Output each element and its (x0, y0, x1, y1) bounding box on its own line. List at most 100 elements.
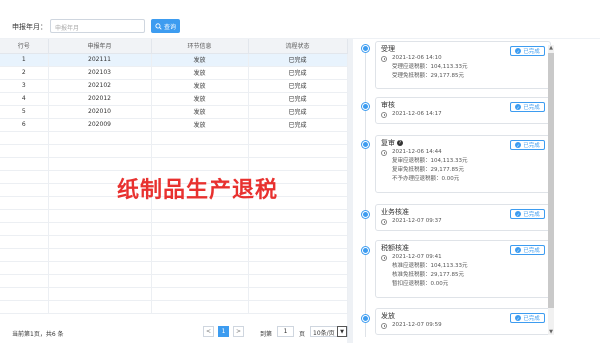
timeline-detail: 暂扣应退税额：0.00元 (392, 281, 449, 287)
column-header-stage-info[interactable]: 环节信息 (151, 39, 249, 54)
timeline-time-text: 2021-12-07 09:37 (392, 218, 442, 224)
declare-month-input[interactable]: 申报年月 (50, 19, 145, 33)
query-button[interactable]: 查询 (151, 19, 180, 33)
pagination-info: 当前第1页，共6 条 (12, 331, 64, 338)
timeline-card-review: 审核 2021-12-06 14:17 ✓ 已完成 (375, 97, 551, 124)
clock-icon (381, 149, 387, 156)
table-row[interactable]: 5 202010 发放 已完成 (0, 105, 348, 119)
timeline-detail: 核准免抵税额：29,177.85元 (392, 272, 464, 278)
timeline-dot (362, 211, 369, 218)
status-badge-label: 已完成 (523, 248, 540, 254)
timeline-card-title: 复审 (381, 139, 395, 147)
table-row[interactable]: 1 202111 发放 已完成 (0, 53, 348, 67)
clock-icon (381, 55, 387, 62)
table-cell: 6 (0, 118, 49, 132)
timeline-detail: 复审应退税额：104,113.33元 (392, 158, 468, 164)
query-button-label: 查询 (163, 23, 176, 31)
check-circle-icon: ✓ (515, 315, 522, 321)
table-cell: 发放 (151, 118, 249, 132)
check-circle-icon: ✓ (515, 48, 522, 54)
scroll-down-icon[interactable]: ▼ (548, 329, 554, 335)
table-cell: 发放 (151, 79, 249, 93)
clock-icon (381, 322, 387, 329)
table-cell: 3 (0, 79, 49, 93)
timeline-dot (362, 141, 369, 148)
filter-label: 申报年月： (12, 23, 47, 31)
timeline-dot (362, 247, 369, 254)
check-circle-icon: ✓ (515, 211, 522, 217)
pagination: 当前第1页，共6 条 < 1 > 到第 1 页 10条/页 ▼ (0, 323, 348, 343)
table-cell: 1 (0, 53, 49, 67)
empty-row (0, 300, 348, 314)
timeline-detail: 复审免抵税额：29,177.85元 (392, 167, 464, 173)
check-circle-icon: ✓ (515, 247, 522, 253)
status-badge: ✓ 已完成 (510, 245, 545, 255)
page-size-select[interactable]: 10条/页 ▼ (310, 326, 348, 337)
table-row[interactable]: 6 202009 发放 已完成 (0, 118, 348, 132)
column-header-declare-month[interactable]: 申报年月 (48, 39, 152, 54)
status-badge-label: 已完成 (523, 105, 540, 111)
timeline-card-accept: 受理 2021-12-06 14:10 受理应退税额：104,113.33元 受… (375, 41, 551, 89)
goto-page-input[interactable]: 1 (277, 326, 294, 337)
status-badge: ✓ 已完成 (510, 209, 545, 219)
empty-row (0, 248, 348, 262)
timeline-time-text: 2021-12-06 14:10 (392, 55, 442, 61)
timeline-detail: 不予办理应退税额：0.00元 (392, 176, 460, 182)
status-badge: ✓ 已完成 (510, 313, 545, 323)
timeline-detail: 受理应退税额：104,113.33元 (392, 64, 468, 70)
help-icon[interactable]: ? (397, 140, 403, 146)
table-cell: 202102 (48, 79, 152, 93)
empty-row (0, 261, 348, 275)
timeline-scrollbar[interactable]: ▲ ▼ (548, 45, 554, 335)
table-cell: 已完成 (248, 105, 348, 119)
status-badge: ✓ 已完成 (510, 46, 545, 56)
status-badge: ✓ 已完成 (510, 102, 545, 112)
timeline-detail: 核准应退税额：104,113.33元 (392, 263, 468, 269)
goto-label: 到第 (260, 331, 273, 338)
table-cell: 已完成 (248, 66, 348, 80)
timeline-card-recheck: 复审? 2021-12-06 14:44 复审应退税额：104,113.33元 … (375, 135, 551, 193)
timeline-card-business-approve: 业务核准 2021-12-07 09:37 ✓ 已完成 (375, 204, 551, 231)
timeline-time-text: 2021-12-07 09:41 (392, 254, 442, 260)
watermark-text: 纸制品生产退税 (117, 178, 279, 203)
table-cell: 已完成 (248, 79, 348, 93)
empty-row (0, 235, 348, 249)
prev-page-button[interactable]: < (203, 326, 214, 337)
column-header-row-number[interactable]: 行号 (0, 39, 49, 54)
table-row[interactable]: 3 202102 发放 已完成 (0, 79, 348, 93)
table-cell: 已完成 (248, 53, 348, 67)
timeline-dot (362, 315, 369, 322)
status-badge: ✓ 已完成 (510, 140, 545, 150)
page-button-current[interactable]: 1 (218, 326, 229, 337)
page-size-value: 10条/页 (313, 330, 335, 337)
scroll-up-icon[interactable]: ▲ (548, 45, 554, 51)
empty-row (0, 274, 348, 288)
table-cell: 202111 (48, 53, 152, 67)
table-cell: 4 (0, 92, 49, 106)
page-unit-label: 页 (299, 331, 306, 338)
table-cell: 202012 (48, 92, 152, 106)
scrollbar-thumb[interactable] (548, 53, 554, 308)
timeline-time-text: 2021-12-06 14:44 (392, 149, 442, 155)
table-row[interactable]: 4 202012 发放 已完成 (0, 92, 348, 106)
timeline-time-text: 2021-12-07 09:59 (392, 322, 442, 328)
timeline-dot (362, 45, 369, 52)
empty-row (0, 287, 348, 301)
table-cell: 发放 (151, 53, 249, 67)
check-circle-icon: ✓ (515, 142, 522, 148)
empty-row (0, 222, 348, 236)
chevron-down-icon[interactable]: ▼ (337, 326, 347, 337)
empty-row (0, 144, 348, 158)
status-badge-label: 已完成 (523, 316, 540, 322)
status-badge-label: 已完成 (523, 143, 540, 149)
next-page-button[interactable]: > (233, 326, 244, 337)
table-row[interactable]: 2 202103 发放 已完成 (0, 66, 348, 80)
empty-row (0, 209, 348, 223)
column-header-process-status[interactable]: 流程状态 (248, 39, 348, 54)
status-badge-label: 已完成 (523, 212, 540, 218)
status-badge-label: 已完成 (523, 49, 540, 55)
table-cell: 发放 (151, 105, 249, 119)
timeline-detail: 受理免抵税额：29,177.85元 (392, 73, 464, 79)
table-cell: 发放 (151, 66, 249, 80)
empty-row (0, 131, 348, 145)
